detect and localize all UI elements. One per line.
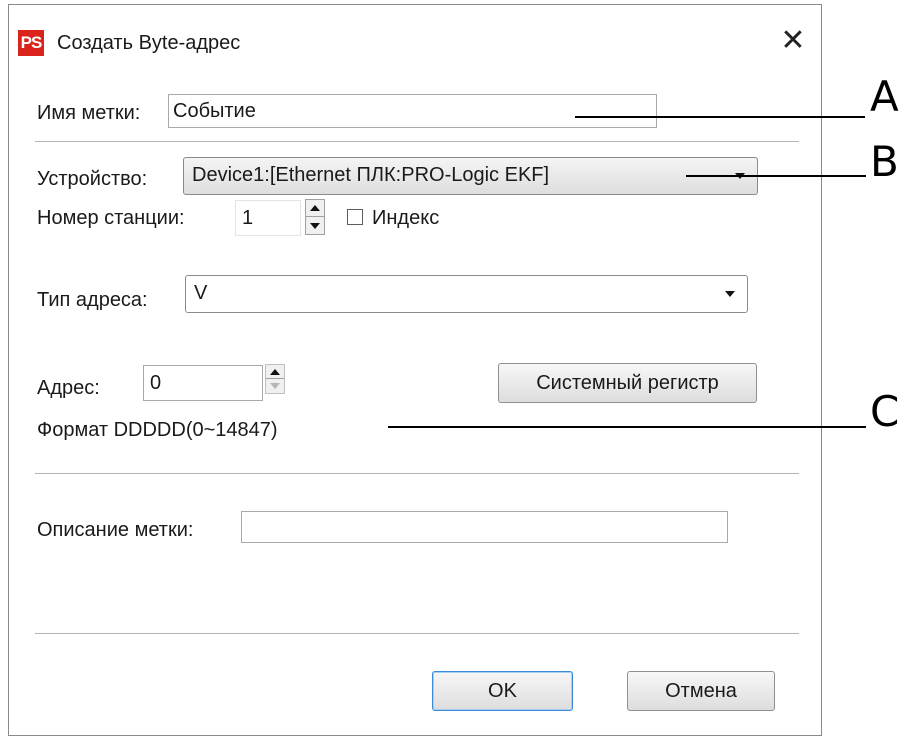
callout-label-a: A [870, 72, 899, 121]
system-register-button[interactable]: Системный регистр [498, 363, 757, 403]
arrow-up-icon [310, 205, 320, 211]
address-type-select[interactable]: V [185, 275, 748, 313]
address-type-value: V [194, 282, 208, 304]
description-label: Описание метки: [37, 519, 194, 541]
station-number-input[interactable]: 1 [235, 200, 301, 236]
divider-top [35, 141, 799, 142]
address-type-label: Тип адреса: [37, 289, 148, 311]
address-stepper[interactable] [265, 364, 285, 394]
callout-line-c [388, 426, 866, 428]
title-bar: PS Создать Byte-адрес ✕ [9, 5, 821, 77]
index-checkbox[interactable] [347, 209, 363, 225]
app-logo-icon: PS [18, 30, 44, 56]
dialog-window: PS Создать Byte-адрес ✕ Имя метки: Событ… [8, 4, 822, 736]
callout-label-b: B [870, 137, 899, 186]
divider-bottom [35, 633, 799, 634]
dialog-title: Создать Byte-адрес [57, 32, 241, 54]
tag-name-label: Имя метки: [37, 102, 141, 124]
station-number-label: Номер станции: [37, 207, 185, 229]
stepper-up-button[interactable] [306, 200, 324, 217]
tag-name-input[interactable]: Событие [168, 94, 657, 128]
address-format-hint: Формат DDDDD(0~14847) [37, 419, 278, 441]
callout-line-a [575, 116, 865, 118]
ok-button[interactable]: OK [432, 671, 573, 711]
arrow-up-icon [270, 368, 280, 375]
device-label: Устройство: [37, 168, 148, 190]
stepper-down-button[interactable] [266, 379, 284, 393]
device-select[interactable]: Device1:[Ethernet ПЛК:PRO-Logic EKF] [183, 157, 758, 195]
arrow-down-icon [270, 383, 280, 389]
station-number-stepper[interactable] [305, 199, 325, 235]
close-icon[interactable]: ✕ [769, 19, 817, 63]
stepper-up-button[interactable] [266, 365, 284, 379]
callout-label-c: C [870, 387, 900, 436]
callout-line-b [686, 175, 866, 177]
arrow-down-icon [310, 222, 320, 229]
stepper-down-button[interactable] [306, 217, 324, 234]
divider-middle [35, 473, 799, 474]
description-input[interactable] [241, 511, 728, 543]
cancel-button[interactable]: Отмена [627, 671, 775, 711]
address-label: Адрес: [37, 377, 100, 399]
index-label: Индекс [372, 207, 440, 229]
address-input[interactable]: 0 [143, 365, 263, 401]
chevron-down-icon [725, 291, 735, 297]
device-select-value: Device1:[Ethernet ПЛК:PRO-Logic EKF] [192, 164, 550, 186]
